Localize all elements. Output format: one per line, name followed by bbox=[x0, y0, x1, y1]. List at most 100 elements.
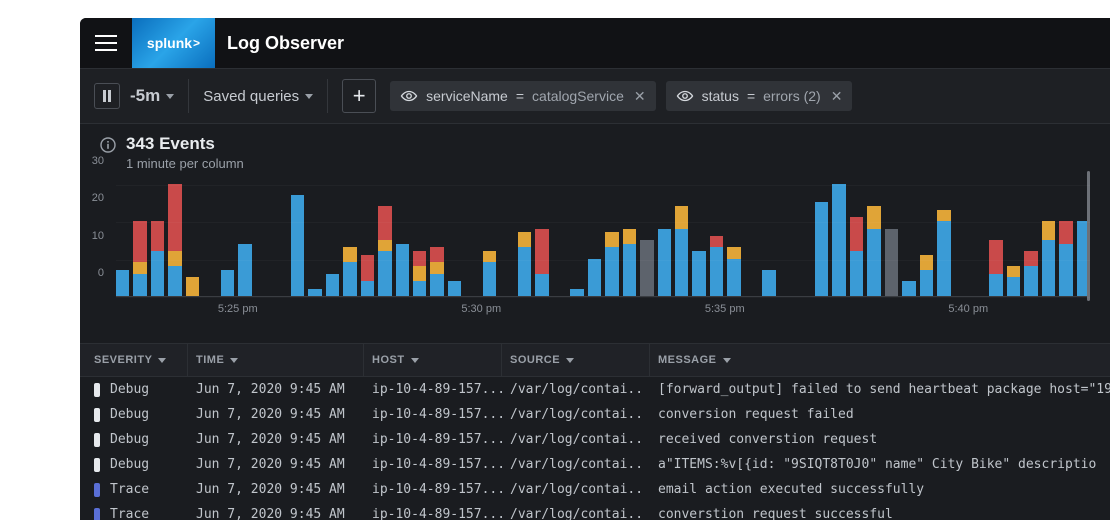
time-group: -5m bbox=[94, 83, 174, 109]
table-row[interactable]: DebugJun 7, 2020 9:45 AMip-10-4-89-157..… bbox=[80, 402, 1110, 427]
chevron-down-icon bbox=[305, 94, 313, 99]
chart-bar[interactable] bbox=[640, 177, 653, 296]
chart-bar[interactable] bbox=[430, 177, 443, 296]
table-row[interactable]: Trace Jun 7, 2020 9:45 AMip-10-4-89-157..… bbox=[80, 502, 1110, 520]
chart-bar[interactable] bbox=[133, 177, 146, 296]
chart-bar[interactable] bbox=[623, 177, 636, 296]
chart-bar[interactable] bbox=[885, 177, 898, 296]
saved-queries-dropdown[interactable]: Saved queries bbox=[203, 88, 313, 105]
chart-bar[interactable] bbox=[588, 177, 601, 296]
chart-bar[interactable] bbox=[1024, 177, 1037, 296]
chart-bar[interactable] bbox=[413, 177, 426, 296]
chart-bar[interactable] bbox=[518, 177, 531, 296]
cell-host: ip-10-4-89-157... bbox=[364, 505, 502, 520]
eye-icon bbox=[400, 87, 418, 105]
chart-bar[interactable] bbox=[1042, 177, 1055, 296]
chart-bar[interactable] bbox=[256, 177, 269, 296]
close-icon[interactable]: ✕ bbox=[831, 88, 843, 105]
logo-text: splunk bbox=[147, 35, 192, 51]
cell-time: Jun 7, 2020 9:45 AM bbox=[188, 505, 364, 520]
chart-bar[interactable] bbox=[850, 177, 863, 296]
chart-bar[interactable] bbox=[273, 177, 286, 296]
cell-time: Jun 7, 2020 9:45 AM bbox=[188, 455, 364, 474]
column-label: SEVERITY bbox=[94, 354, 152, 366]
menu-icon[interactable] bbox=[80, 18, 132, 68]
chart-bar[interactable] bbox=[308, 177, 321, 296]
table-row[interactable]: DebugJun 7, 2020 9:45 AMip-10-4-89-157..… bbox=[80, 377, 1110, 402]
bar-segment-info bbox=[989, 274, 1002, 297]
severity-label: Trace bbox=[110, 482, 149, 497]
chart-bar[interactable] bbox=[378, 177, 391, 296]
chart-bar[interactable] bbox=[832, 177, 845, 296]
chart-bar[interactable] bbox=[920, 177, 933, 296]
chart-bar[interactable] bbox=[203, 177, 216, 296]
close-icon[interactable]: ✕ bbox=[634, 88, 646, 105]
chart-bar[interactable] bbox=[343, 177, 356, 296]
bar-segment-gray bbox=[885, 229, 898, 297]
chart-bar[interactable] bbox=[972, 177, 985, 296]
table-row[interactable]: DebugJun 7, 2020 9:45 AMip-10-4-89-157..… bbox=[80, 427, 1110, 452]
chart-bar[interactable] bbox=[1059, 177, 1072, 296]
bar-segment-info bbox=[396, 244, 409, 297]
chart-bar[interactable] bbox=[116, 177, 129, 296]
column-header-time[interactable]: TIME bbox=[188, 344, 364, 376]
chart-bar[interactable] bbox=[710, 177, 723, 296]
chart-bar[interactable] bbox=[553, 177, 566, 296]
column-header-severity[interactable]: SEVERITY bbox=[80, 344, 188, 376]
chart-bar[interactable] bbox=[605, 177, 618, 296]
table-row[interactable]: DebugJun 7, 2020 9:45 AMip-10-4-89-157..… bbox=[80, 452, 1110, 477]
filter-chip[interactable]: serviceName=catalogService✕ bbox=[390, 81, 655, 111]
chart-bar[interactable] bbox=[151, 177, 164, 296]
chart-bar[interactable] bbox=[902, 177, 915, 296]
chart-bar[interactable] bbox=[186, 177, 199, 296]
chart-bar[interactable] bbox=[168, 177, 181, 296]
chart-bar[interactable] bbox=[291, 177, 304, 296]
chart-bar[interactable] bbox=[797, 177, 810, 296]
chart-bar[interactable] bbox=[745, 177, 758, 296]
cell-message: received converstion request bbox=[650, 430, 1110, 449]
logo[interactable]: splunk> bbox=[132, 18, 215, 68]
pause-button[interactable] bbox=[94, 83, 120, 109]
filter-chip[interactable]: status=errors (2)✕ bbox=[666, 81, 853, 111]
y-tick: 30 bbox=[92, 155, 104, 215]
bar-segment-info bbox=[326, 274, 339, 297]
bar-segment-warn bbox=[1007, 266, 1020, 277]
chart-bar[interactable] bbox=[465, 177, 478, 296]
chart-bar[interactable] bbox=[675, 177, 688, 296]
chart-bar[interactable] bbox=[867, 177, 880, 296]
chart-bar[interactable] bbox=[483, 177, 496, 296]
severity-label: Trace bbox=[110, 507, 149, 520]
column-header-host[interactable]: HOST bbox=[364, 344, 502, 376]
table-row[interactable]: TraceJun 7, 2020 9:45 AMip-10-4-89-157..… bbox=[80, 477, 1110, 502]
bar-segment-info bbox=[605, 247, 618, 296]
chart-bar[interactable] bbox=[500, 177, 513, 296]
events-chart[interactable]: 0102030 5:25 pm5:30 pm5:35 pm5:40 pm bbox=[80, 177, 1110, 327]
add-filter-button[interactable]: + bbox=[342, 79, 376, 113]
time-range-picker[interactable]: -5m bbox=[130, 86, 174, 106]
chart-bar[interactable] bbox=[989, 177, 1002, 296]
column-header-source[interactable]: SOURCE bbox=[502, 344, 650, 376]
chart-bar[interactable] bbox=[1007, 177, 1020, 296]
chart-bar[interactable] bbox=[326, 177, 339, 296]
chart-bar[interactable] bbox=[955, 177, 968, 296]
events-subtitle: 1 minute per column bbox=[126, 156, 244, 171]
chart-bar[interactable] bbox=[780, 177, 793, 296]
chart-bar[interactable] bbox=[692, 177, 705, 296]
chart-bar[interactable] bbox=[448, 177, 461, 296]
chart-bar[interactable] bbox=[396, 177, 409, 296]
bar-segment-error bbox=[168, 184, 181, 252]
bar-segment-warn bbox=[168, 251, 181, 266]
column-header-message[interactable]: MESSAGE bbox=[650, 344, 1110, 376]
chart-bar[interactable] bbox=[658, 177, 671, 296]
chart-bar[interactable] bbox=[238, 177, 251, 296]
bar-segment-info bbox=[430, 274, 443, 297]
chart-bar[interactable] bbox=[815, 177, 828, 296]
chart-bar[interactable] bbox=[762, 177, 775, 296]
chart-bar[interactable] bbox=[361, 177, 374, 296]
chart-bar[interactable] bbox=[535, 177, 548, 296]
chart-bar[interactable] bbox=[221, 177, 234, 296]
chart-bar[interactable] bbox=[937, 177, 950, 296]
chart-bar[interactable] bbox=[570, 177, 583, 296]
bar-segment-info bbox=[1007, 277, 1020, 296]
chart-bar[interactable] bbox=[727, 177, 740, 296]
